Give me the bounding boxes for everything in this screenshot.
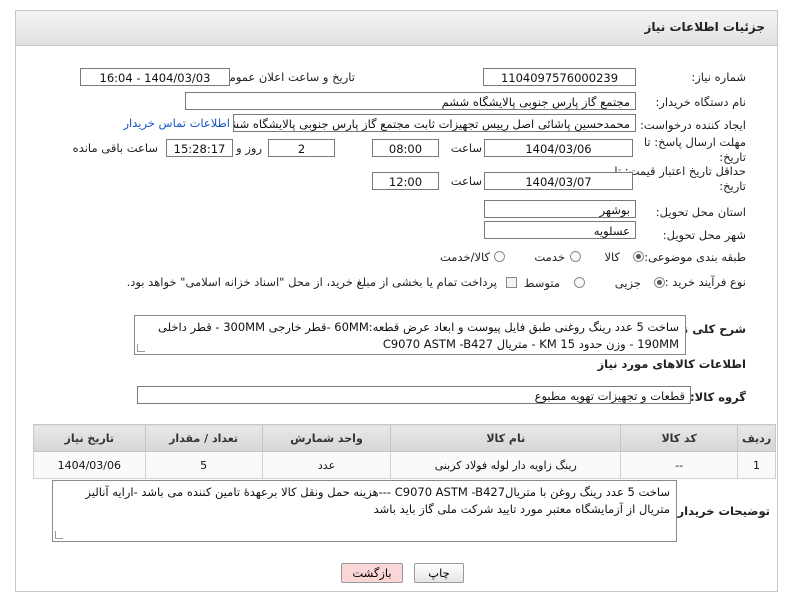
reply-deadline-time-field[interactable]: 08:00 (372, 139, 439, 157)
process-label: نوع فرآیند خرید : (664, 275, 746, 289)
treasury-payment-note: پرداخت تمام یا بخشی از مبلغ خرید، از محل… (126, 275, 497, 289)
remaining-time-field[interactable]: 15:28:17 (166, 139, 233, 157)
category-option-goods: کالا (604, 250, 620, 264)
table-row[interactable]: 1 -- رینگ زاویه دار لوله فولاد کربنی عدد… (33, 451, 776, 479)
buyer-org-label: نام دستگاه خریدار: (655, 95, 746, 109)
buyer-notes-label: توضیحات خریدار: (672, 504, 770, 518)
need-number-label: شماره نیاز: (691, 70, 746, 84)
category-radio-service[interactable] (570, 251, 581, 262)
goods-group-field[interactable]: قطعات و تجهیزات تهویه مطبوع (137, 386, 691, 404)
cell-qty: 5 (144, 451, 263, 479)
buyer-org-field[interactable]: مجتمع گاز پارس جنوبی پالایشگاه ششم (185, 92, 636, 110)
province-label: استان محل تحویل: (655, 205, 746, 219)
back-button[interactable]: بازگشت (341, 563, 403, 583)
notes-resize-grip-icon[interactable] (55, 531, 63, 539)
price-validity-time-label: ساعت (450, 174, 482, 188)
reply-days-label: روز و (236, 141, 262, 155)
col-unit: واحد شمارش (261, 424, 392, 452)
description-line-2: 190MM - وزن حدود 15 KM - متریال C9070 AS… (382, 337, 679, 351)
print-button[interactable]: چاپ (414, 563, 464, 583)
goods-section-title: اطلاعات کالاهای مورد نیاز (597, 357, 746, 371)
goods-group-label: گروه کالا: (690, 390, 746, 404)
description-line-1: ساخت 5 عدد رینگ روغنی طبق فایل پیوست و ا… (158, 320, 679, 334)
reply-deadline-label: مهلت ارسال پاسخ: تا تاریخ: (643, 135, 746, 164)
city-field[interactable]: عسلویه (484, 221, 636, 239)
buyer-notes-line-1: ساخت 5 عدد رینگ روغن با متریالC9070 ASTM… (85, 485, 670, 499)
buyer-contact-link[interactable]: اطلاعات تماس خریدار (123, 116, 230, 130)
process-radio-minor[interactable] (654, 277, 665, 288)
cell-code: -- (620, 451, 739, 479)
resize-grip-icon[interactable] (137, 344, 145, 352)
category-option-service: خدمت (534, 250, 565, 264)
col-row: ردیف (737, 424, 776, 452)
price-validity-date-field[interactable]: 1404/03/07 (484, 172, 633, 190)
goods-table-header: ردیف کد کالا نام کالا واحد شمارش تعداد /… (33, 424, 776, 452)
cell-row: 1 (737, 451, 776, 479)
city-label: شهر محل تحویل: (662, 228, 746, 242)
panel-header: جزئیات اطلاعات نیاز (16, 11, 777, 46)
cell-date: 1404/03/06 (33, 451, 146, 479)
requester-label: ایجاد کننده درخواست: (640, 118, 746, 132)
treasury-payment-checkbox[interactable] (506, 277, 517, 288)
description-textarea[interactable]: ساخت 5 عدد رینگ روغنی طبق فایل پیوست و ا… (134, 315, 686, 355)
announce-datetime-field[interactable]: 1404/03/03 - 16:04 (80, 68, 230, 86)
announce-datetime-label: تاریخ و ساعت اعلان عمومی: (216, 70, 355, 84)
page-title: جزئیات اطلاعات نیاز (644, 20, 765, 34)
buyer-notes-line-2: متریال از آزمایشگاه معتبر مورد تایید شرک… (373, 502, 670, 516)
col-qty: تعداد / مقدار (144, 424, 263, 452)
buyer-notes-textarea[interactable]: ساخت 5 عدد رینگ روغن با متریالC9070 ASTM… (52, 480, 677, 542)
col-code: کد کالا (620, 424, 739, 452)
col-name: نام کالا (390, 424, 622, 452)
category-radio-goods[interactable] (633, 251, 644, 262)
reply-deadline-time-label: ساعت (450, 141, 482, 155)
process-option-minor: جزیی (614, 276, 641, 290)
goods-table: ردیف کد کالا نام کالا واحد شمارش تعداد /… (33, 424, 776, 479)
reply-days-field[interactable]: 2 (268, 139, 335, 157)
category-label: طبقه بندی موضوعی: (644, 250, 746, 264)
col-date: تاریخ نیاز (33, 424, 146, 452)
category-radio-goods-service[interactable] (494, 251, 505, 262)
cell-unit: عدد (261, 451, 392, 479)
price-validity-time-field[interactable]: 12:00 (372, 172, 439, 190)
requester-field[interactable]: محمدحسین پاشائی اصل رییس تجهیزات ثابت مج… (233, 114, 636, 132)
reply-deadline-date-field[interactable]: 1404/03/06 (484, 139, 633, 157)
process-radio-medium[interactable] (574, 277, 585, 288)
process-option-medium: متوسط (523, 276, 560, 290)
category-option-goods-service: کالا/خدمت (439, 250, 490, 264)
cell-name: رینگ زاویه دار لوله فولاد کربنی (390, 451, 622, 479)
province-field[interactable]: بوشهر (484, 200, 636, 218)
need-number-field[interactable]: 1104097576000239 (483, 68, 636, 86)
remaining-time-label: ساعت باقی مانده (72, 141, 158, 155)
